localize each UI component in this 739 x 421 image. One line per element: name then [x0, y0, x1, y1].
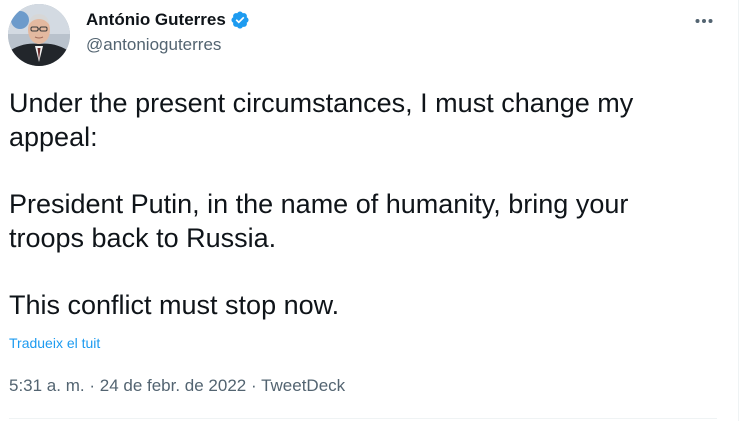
tweet-paragraph: This conflict must stop now. [9, 290, 340, 320]
author-display-name[interactable]: António Guterres [86, 10, 226, 30]
more-options-icon [695, 19, 713, 23]
tweet-source[interactable]: TweetDeck [261, 376, 345, 395]
author-handle[interactable]: @antonioguterres [86, 35, 221, 55]
more-options-button[interactable] [686, 6, 722, 36]
translate-tweet-link[interactable]: Tradueix el tuit [9, 335, 100, 351]
tweet-paragraph: Under the present circumstances, I must … [9, 88, 634, 152]
meta-separator: · [89, 376, 100, 395]
avatar[interactable] [8, 4, 70, 66]
tweet-date[interactable]: 24 de febr. de 2022 [100, 376, 247, 395]
meta-separator: · [251, 376, 262, 395]
tweet-text: Under the present circumstances, I must … [9, 86, 709, 322]
divider [9, 418, 717, 419]
author-name-row: António Guterres [86, 9, 250, 31]
tweet-detail: António Guterres @antonioguterres Under … [0, 0, 739, 421]
tweet-metadata: 5:31 a. m. · 24 de febr. de 2022 · Tweet… [9, 376, 345, 396]
verified-badge-icon [230, 10, 250, 30]
avatar-image [8, 4, 70, 66]
tweet-paragraph: President Putin, in the name of humanity… [9, 189, 629, 253]
tweet-time[interactable]: 5:31 a. m. [9, 376, 85, 395]
